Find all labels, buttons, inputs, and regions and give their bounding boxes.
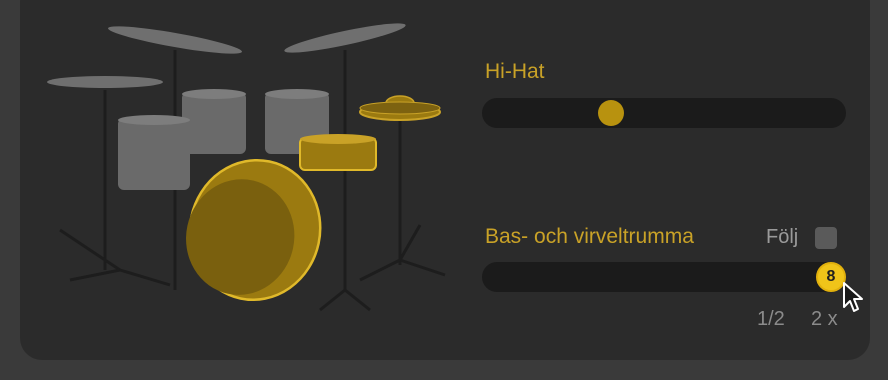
mouse-pointer-icon (843, 282, 863, 312)
bass-snare-slider[interactable]: 8 (482, 262, 846, 292)
bass-snare-label: Bas- och virveltrumma (485, 225, 694, 248)
tom-1 (182, 92, 246, 154)
drum-kit-illustration[interactable] (40, 10, 460, 320)
cymbals (47, 23, 406, 88)
ride-cymbal (47, 76, 163, 88)
hihat-label: Hi-Hat (485, 60, 545, 83)
tick-double: 2 x (811, 308, 838, 330)
floor-tom (118, 118, 190, 190)
tick-half: 1/2 (757, 308, 785, 330)
hihat-slider[interactable] (482, 98, 846, 128)
hihat-slider-thumb[interactable] (597, 100, 624, 126)
snare-drum (299, 134, 377, 171)
follow-label: Följ (766, 226, 799, 248)
bass-drum (186, 158, 322, 302)
drum-kit-svg (47, 23, 446, 312)
hihat-cymbal (359, 95, 441, 121)
follow-checkbox[interactable] (815, 227, 837, 249)
